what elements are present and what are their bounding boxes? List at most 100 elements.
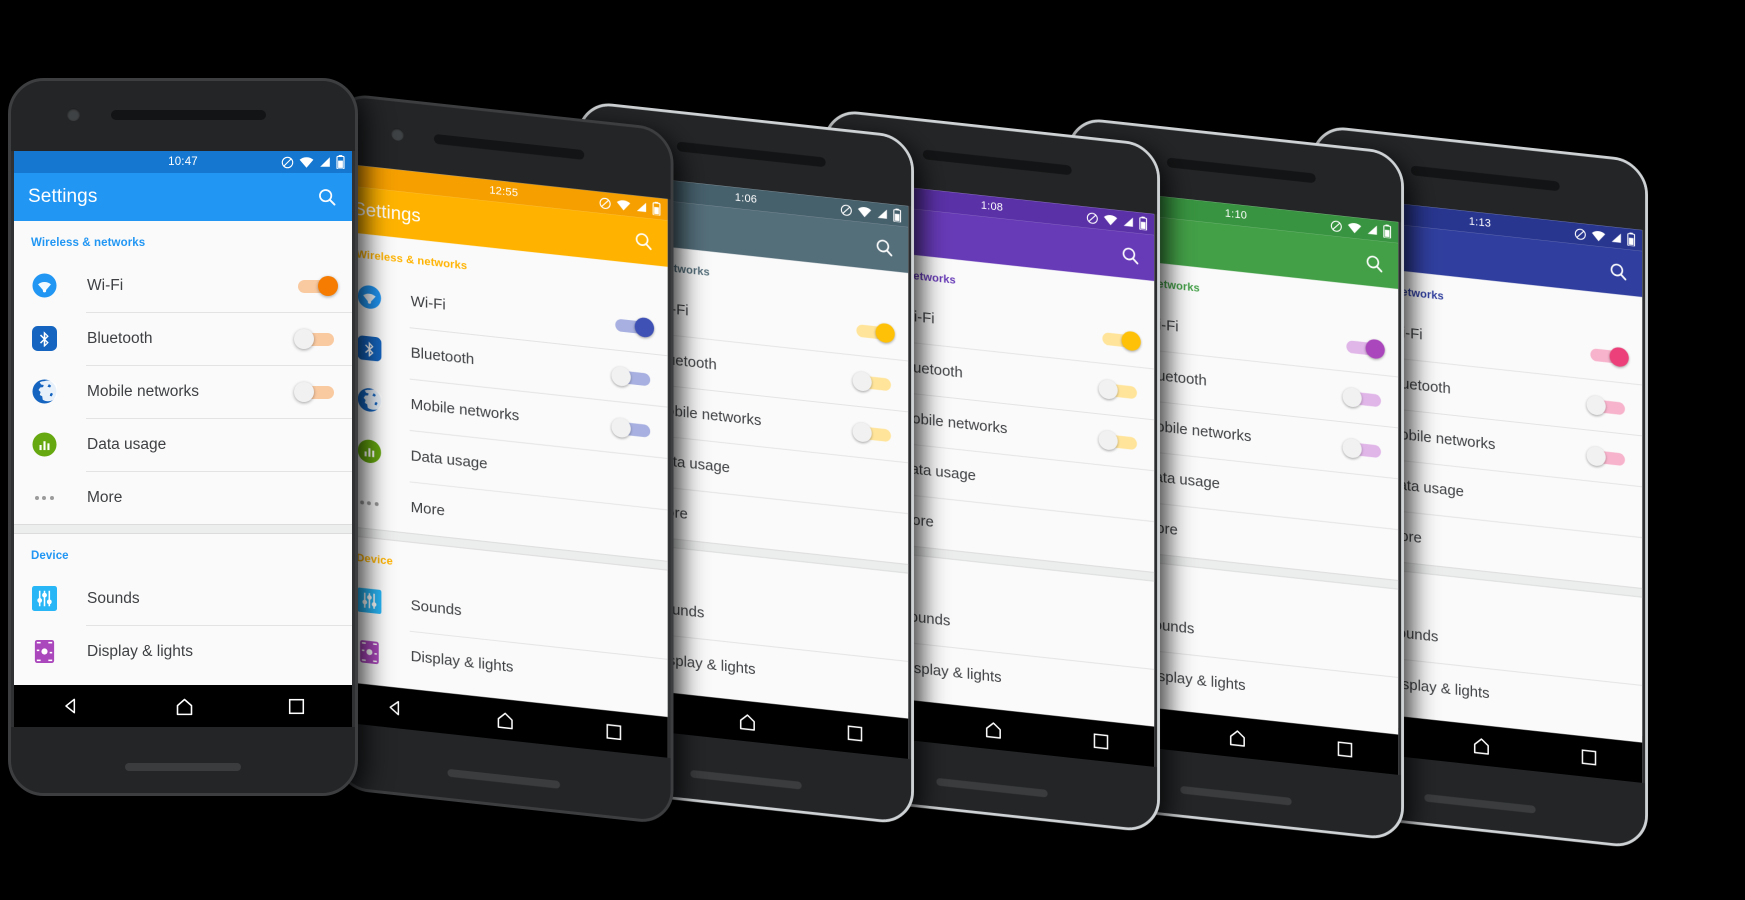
toggle-switch[interactable] — [852, 420, 895, 446]
cellular-signal-icon — [636, 200, 648, 213]
settings-content: Wireless & networks Wi-Fi Bluetooth Mobile … — [14, 221, 352, 678]
toggle-switch[interactable] — [1586, 444, 1629, 470]
phone-screen: 12:55 Settings Wireless & networks Wi-Fi Blu… — [339, 163, 668, 758]
toggle-knob — [318, 275, 338, 296]
settings-row-display-lights[interactable]: Display & lights — [14, 625, 352, 678]
home-button[interactable] — [174, 696, 195, 717]
toggle-switch[interactable] — [611, 364, 654, 390]
home-button[interactable] — [737, 710, 757, 732]
recents-button[interactable] — [288, 698, 305, 715]
home-button[interactable] — [983, 718, 1003, 740]
cellular-signal-icon — [877, 207, 889, 220]
status-bar-time: 1:10 — [1224, 207, 1248, 222]
recents-button[interactable] — [847, 724, 863, 742]
sounds-icon — [356, 587, 382, 615]
search-icon[interactable] — [874, 236, 895, 259]
phone-screen: 10:47 Settings Wireless & networks Wi-Fi Blu… — [14, 151, 352, 727]
search-icon[interactable] — [633, 229, 654, 253]
toggle-knob — [1586, 445, 1606, 467]
toggle-knob — [634, 316, 655, 338]
status-bar-icons — [1086, 210, 1148, 231]
search-icon[interactable] — [316, 186, 338, 208]
toggle-switch[interactable] — [1099, 326, 1141, 352]
do-not-disturb-icon — [1086, 211, 1098, 225]
row-label: Sounds — [410, 596, 462, 619]
settings-row-wi-fi[interactable]: Wi-Fi — [14, 259, 352, 312]
home-button[interactable] — [495, 708, 515, 731]
phone-1: 10:47 Settings Wireless & networks Wi-Fi Blu… — [8, 78, 358, 796]
do-not-disturb-icon — [281, 156, 294, 169]
recents-button[interactable] — [606, 722, 622, 740]
do-not-disturb-icon — [840, 203, 852, 217]
toggle-switch[interactable] — [852, 369, 895, 395]
phone-body: 12:55 Settings Wireless & networks Wi-Fi Blu… — [334, 92, 674, 826]
back-button[interactable] — [385, 697, 404, 719]
recents-button[interactable] — [1093, 732, 1109, 750]
settings-row-bluetooth[interactable]: Bluetooth — [14, 312, 352, 365]
search-icon[interactable] — [1608, 260, 1629, 283]
settings-row-mobile-networks[interactable]: Mobile networks — [14, 365, 352, 418]
more-dots-icon — [31, 495, 57, 500]
toggle-switch[interactable] — [1587, 342, 1629, 368]
status-bar-time: 1:06 — [734, 191, 758, 206]
status-bar-time: 12:55 — [489, 184, 519, 200]
toggle-knob — [294, 381, 314, 402]
toggle-switch[interactable] — [294, 328, 338, 350]
settings-row-more[interactable]: More — [14, 471, 352, 524]
toggle-switch[interactable] — [1098, 377, 1141, 403]
row-label: Data usage — [87, 435, 167, 453]
section-divider — [14, 524, 352, 534]
toggle-switch[interactable] — [1342, 385, 1385, 411]
toggle-switch[interactable] — [1343, 334, 1385, 360]
home-button[interactable] — [1471, 734, 1491, 756]
back-button[interactable] — [61, 696, 81, 716]
wifi-signal-icon — [1591, 229, 1606, 242]
toggle-knob — [1098, 378, 1118, 400]
app-title: Settings — [353, 198, 421, 227]
status-bar-icons — [1574, 226, 1636, 247]
status-bar-time: 10:47 — [168, 156, 198, 168]
recents-button[interactable] — [1581, 748, 1597, 766]
toggle-knob — [852, 370, 872, 392]
phone-2: 12:55 Settings Wireless & networks Wi-Fi Blu… — [334, 92, 674, 826]
wifi-icon — [31, 273, 57, 299]
row-label: Mobile networks — [899, 408, 1008, 437]
toggle-switch[interactable] — [1098, 428, 1141, 454]
toggle-knob — [1609, 345, 1629, 368]
do-not-disturb-icon — [1574, 227, 1586, 241]
toggle-knob — [852, 421, 872, 443]
recents-button[interactable] — [1337, 740, 1353, 758]
row-label: Mobile networks — [410, 395, 520, 424]
toggle-switch[interactable] — [294, 275, 338, 297]
toggle-knob — [1342, 437, 1362, 459]
status-bar-icons — [281, 155, 345, 169]
toggle-switch[interactable] — [611, 416, 654, 442]
settings-row-data-usage[interactable]: Data usage — [14, 418, 352, 471]
phone-bezel-bottom — [11, 727, 355, 793]
toggle-switch[interactable] — [1586, 393, 1629, 419]
toggle-switch[interactable] — [294, 381, 338, 403]
wifi-signal-icon — [1347, 221, 1362, 234]
toggle-switch[interactable] — [611, 313, 655, 339]
row-label: Data usage — [410, 447, 488, 472]
search-icon[interactable] — [1120, 244, 1141, 267]
screenshot-stage: 10:47 Settings Wireless & networks Wi-Fi Blu… — [0, 0, 1745, 900]
row-label: Sounds — [87, 589, 140, 607]
settings-row-sounds[interactable]: Sounds — [14, 572, 352, 625]
bluetooth-icon — [356, 334, 382, 362]
toggle-knob — [611, 365, 631, 387]
row-label: Bluetooth — [410, 344, 475, 368]
more-dots-icon — [31, 485, 57, 511]
phone-body: 10:47 Settings Wireless & networks Wi-Fi Blu… — [8, 78, 358, 796]
toggle-knob — [1365, 337, 1385, 360]
app-title: Settings — [28, 186, 98, 207]
globe-icon — [356, 386, 382, 414]
bluetooth-icon — [31, 326, 57, 352]
search-icon[interactable] — [1364, 252, 1385, 275]
home-button[interactable] — [1227, 726, 1247, 748]
toggle-switch[interactable] — [853, 318, 895, 344]
row-label: Wi-Fi — [410, 292, 446, 314]
toggle-switch[interactable] — [1342, 436, 1385, 462]
globe-icon — [31, 379, 57, 405]
do-not-disturb-icon — [1330, 219, 1342, 233]
